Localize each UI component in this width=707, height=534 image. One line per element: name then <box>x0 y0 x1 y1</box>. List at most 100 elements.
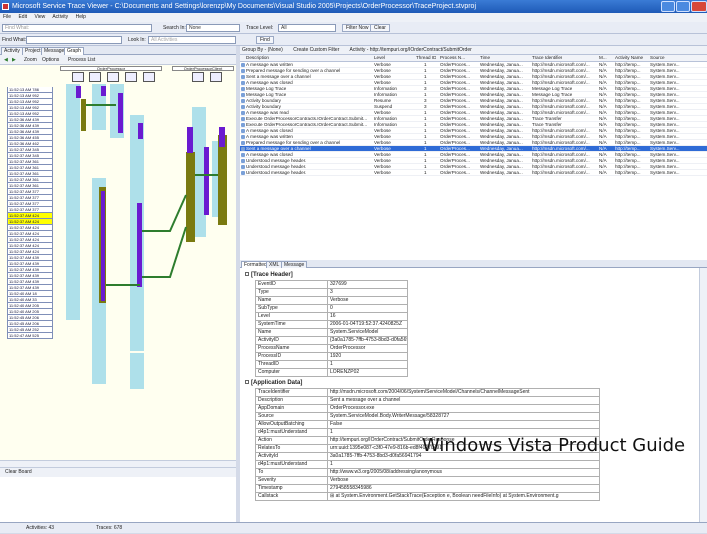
property-row: To http://www.w3.org/2005/08/addressing/a… <box>255 468 600 477</box>
collapse-icon[interactable] <box>245 380 249 385</box>
trace-icon <box>241 111 245 115</box>
property-row: Type 3 <box>255 288 408 297</box>
col-level[interactable]: Level <box>374 55 385 61</box>
zoom-button[interactable]: Zoom <box>24 55 37 65</box>
activity-label: Activity - http://tempuri.org/IOrderCont… <box>349 47 472 53</box>
property-key: d4p1:mustUnderstand <box>255 460 328 469</box>
col-description[interactable]: Description <box>246 55 269 61</box>
property-value: 327699 <box>327 280 408 289</box>
back-icon[interactable]: ◀ <box>4 55 8 65</box>
clear-board-button[interactable]: Clear Board <box>0 468 236 477</box>
property-value: LORENZP02 <box>327 368 408 377</box>
col-source[interactable]: Source <box>650 55 665 61</box>
trace-level-select[interactable]: All <box>278 24 336 32</box>
create-filter-button[interactable]: Create Custom Filter <box>293 47 339 53</box>
find-what-input[interactable] <box>26 36 122 44</box>
group-by-button[interactable]: Group By - (None) <box>242 47 283 53</box>
menu-edit[interactable]: Edit <box>18 14 27 20</box>
watermark-text: Windows Vista Product Guide <box>422 435 686 456</box>
graph-toolbar: ◀ ▶ Zoom Options Process List <box>0 55 236 65</box>
detail-tabs: Formatted XML Message <box>240 260 707 268</box>
grid-toolbar: Group By - (None) Create Custom Filter A… <box>240 46 707 55</box>
menu-bar: File Edit View Activity Help <box>0 13 707 22</box>
graph-hscroll[interactable] <box>0 460 236 468</box>
property-key: Source <box>255 412 328 421</box>
trace-icon <box>241 87 245 91</box>
property-value: System.ServiceModel <box>327 328 408 337</box>
left-pane: Activity Project Message Graph ◀ ▶ Zoom … <box>0 46 236 522</box>
process-list-button[interactable]: Process List <box>68 55 95 65</box>
menu-help[interactable]: Help <box>76 14 86 20</box>
collapse-icon[interactable] <box>245 272 249 277</box>
trace-icon <box>241 159 245 163</box>
menu-activity[interactable]: Activity <box>52 14 68 20</box>
property-value: Verbose <box>327 296 408 305</box>
property-key: Timestamp <box>255 484 328 493</box>
trace-icon <box>241 141 245 145</box>
menu-file[interactable]: File <box>3 14 11 20</box>
tab-message-detail[interactable]: Message <box>281 261 308 268</box>
find-what-top-field[interactable]: Find What: <box>2 24 152 32</box>
property-key: ProcessID <box>255 352 328 361</box>
search-in-select[interactable]: None <box>186 24 240 32</box>
trace-icon <box>241 123 245 127</box>
trace-header-title: [Trace Header] <box>251 272 293 278</box>
property-row: Computer LORENZP02 <box>255 368 408 377</box>
property-row: SubType 0 <box>255 304 408 313</box>
property-row: Name Verbose <box>255 296 408 305</box>
trace-icon <box>241 75 245 79</box>
property-key: Severity <box>255 476 328 485</box>
activity-details-panel <box>0 477 236 522</box>
trace-header-section[interactable]: [Trace Header] <box>245 272 293 279</box>
look-in-select[interactable]: All Activities <box>148 36 236 44</box>
row-level: Verbose <box>374 170 391 175</box>
tab-graph[interactable]: Graph <box>64 47 84 55</box>
row-trace-id: http://msdn.microsoft.com/... <box>532 170 590 175</box>
property-key: RelatesTo <box>255 444 328 453</box>
col-activity-name[interactable]: Activity Name <box>615 55 643 61</box>
property-row: EventID 327699 <box>255 280 408 289</box>
col-thread-id[interactable]: Thread ID <box>416 55 436 61</box>
filter-toolbar: Find What: Search In: None Trace Level: … <box>0 22 707 34</box>
property-value: 1 <box>327 460 600 469</box>
find-button[interactable]: Find <box>256 36 274 44</box>
property-key: AppDomain <box>255 404 328 413</box>
tab-activity[interactable]: Activity <box>1 47 23 55</box>
trace-icon <box>241 135 245 139</box>
property-value: http://www.w3.org/2005/08/addressing/ano… <box>327 468 600 477</box>
options-button[interactable]: Options <box>42 55 59 65</box>
property-row: ProcessName OrderProcessor <box>255 344 408 353</box>
menu-view[interactable]: View <box>34 14 45 20</box>
search-in-label: Search In: <box>163 25 186 31</box>
property-value: 16 <box>327 312 408 321</box>
row-m: N/A <box>599 170 607 175</box>
trace-icon <box>241 129 245 133</box>
col-process-name[interactable]: Process N... <box>440 55 465 61</box>
close-button[interactable] <box>691 1 707 12</box>
trace-icon <box>241 147 245 151</box>
property-key: Name <box>255 296 328 305</box>
tab-xml[interactable]: XML <box>266 261 283 268</box>
property-key: Callstack <box>255 492 328 501</box>
filter-now-button[interactable]: Filter Now <box>342 24 373 32</box>
activity-graph[interactable]: OrderProcessor OrderProcessorClient 11:5… <box>0 65 236 460</box>
col-time[interactable]: Time <box>480 55 490 61</box>
maximize-button[interactable] <box>676 1 690 12</box>
property-row: Source System.ServiceModel.Body.WriterMes… <box>255 412 600 421</box>
minimize-button[interactable] <box>661 1 675 12</box>
detail-vscroll[interactable] <box>699 268 707 522</box>
property-row: d4p1:mustUnderstand 1 <box>255 460 600 469</box>
time-row[interactable]: 11:52:47 AM 525 <box>7 333 53 339</box>
app-data-section[interactable]: [Application Data] <box>245 380 302 387</box>
trace-icon <box>241 69 245 73</box>
property-value: OrderProcessor.exe <box>327 404 600 413</box>
trace-icon <box>241 117 245 121</box>
forward-icon[interactable]: ▶ <box>12 55 16 65</box>
trace-icon <box>241 105 245 109</box>
col-trace-identifier[interactable]: Trace Identifier <box>532 55 562 61</box>
app-data-title: [Application Data] <box>251 380 303 386</box>
property-key: AllowOutputBatching <box>255 420 328 429</box>
clear-button[interactable]: Clear <box>370 24 390 32</box>
table-row[interactable]: Understood message header. Verbose 1 OrderP… <box>240 170 707 176</box>
col-m[interactable]: M... <box>599 55 607 61</box>
